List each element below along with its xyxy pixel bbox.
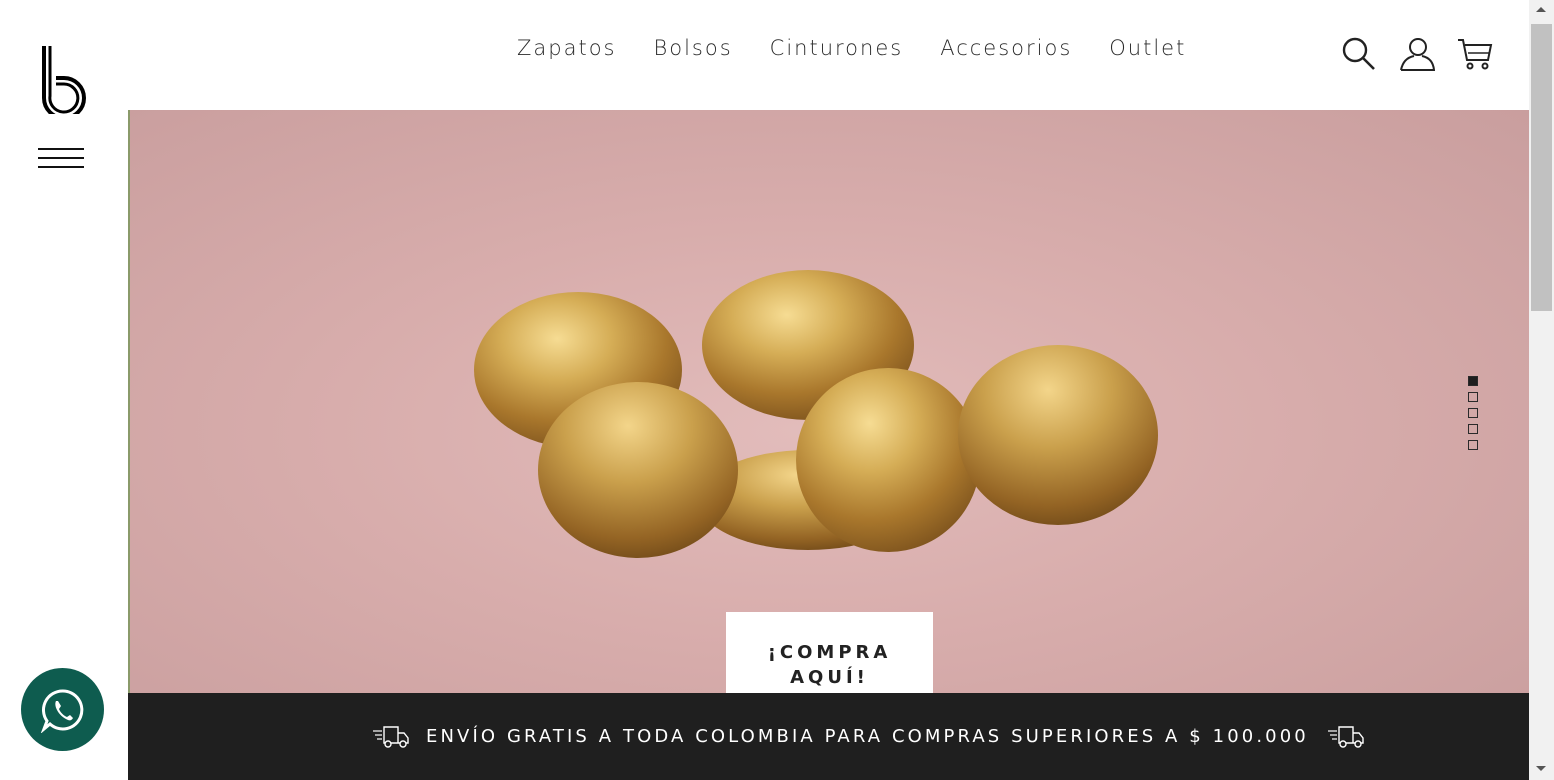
menu-hamburger-button[interactable]: [38, 148, 84, 172]
cta-line1: ¡COMPRA: [767, 642, 892, 663]
user-icon[interactable]: [1399, 36, 1435, 72]
left-sidebar: [0, 0, 128, 780]
hamburger-line: [38, 166, 84, 168]
hamburger-line: [38, 148, 84, 150]
main-nav: Zapatos Bolsos Cinturones Accesorios Out…: [517, 36, 1223, 60]
shipping-text: ENVÍO GRATIS A TODA COLOMBIA PARA COMPRA…: [426, 725, 1309, 747]
free-shipping-bar: ENVÍO GRATIS A TODA COLOMBIA PARA COMPRA…: [128, 693, 1529, 780]
cta-line2: AQUÍ!: [790, 667, 869, 688]
nav-item-outlet[interactable]: Outlet: [1109, 36, 1186, 60]
slide-dot[interactable]: [1468, 424, 1478, 434]
delivery-truck-icon: [373, 726, 409, 748]
top-header: Zapatos Bolsos Cinturones Accesorios Out…: [128, 0, 1529, 110]
nav-item-accesorios[interactable]: Accesorios: [940, 36, 1072, 60]
slider-pagination: [1468, 376, 1478, 450]
scroll-down-arrow-icon[interactable]: [1536, 766, 1546, 771]
nav-item-cinturones[interactable]: Cinturones: [770, 36, 904, 60]
hero-edge-line: [128, 110, 130, 693]
brand-logo[interactable]: [38, 44, 86, 114]
delivery-truck-icon: [1327, 726, 1364, 748]
cart-icon[interactable]: [1457, 36, 1493, 72]
slide-dot[interactable]: [1468, 440, 1478, 450]
slide-dot[interactable]: [1468, 392, 1478, 402]
whatsapp-icon: [40, 688, 83, 733]
scroll-up-arrow-icon[interactable]: [1536, 7, 1546, 12]
nav-item-bolsos[interactable]: Bolsos: [653, 36, 732, 60]
gold-stones-image: [474, 270, 1158, 558]
slide-dot[interactable]: [1468, 376, 1478, 386]
search-icon[interactable]: [1341, 36, 1377, 72]
whatsapp-button[interactable]: [21, 668, 104, 751]
header-icons: [1341, 36, 1493, 72]
scrollbar-thumb[interactable]: [1531, 24, 1552, 311]
page-scrollbar[interactable]: [1529, 0, 1554, 780]
slide-dot[interactable]: [1468, 408, 1478, 418]
hamburger-line: [38, 157, 84, 159]
hero-banner[interactable]: ¡COMPRA AQUÍ!: [128, 110, 1529, 693]
shop-now-button[interactable]: ¡COMPRA AQUÍ!: [726, 612, 933, 693]
nav-item-zapatos[interactable]: Zapatos: [517, 36, 616, 60]
